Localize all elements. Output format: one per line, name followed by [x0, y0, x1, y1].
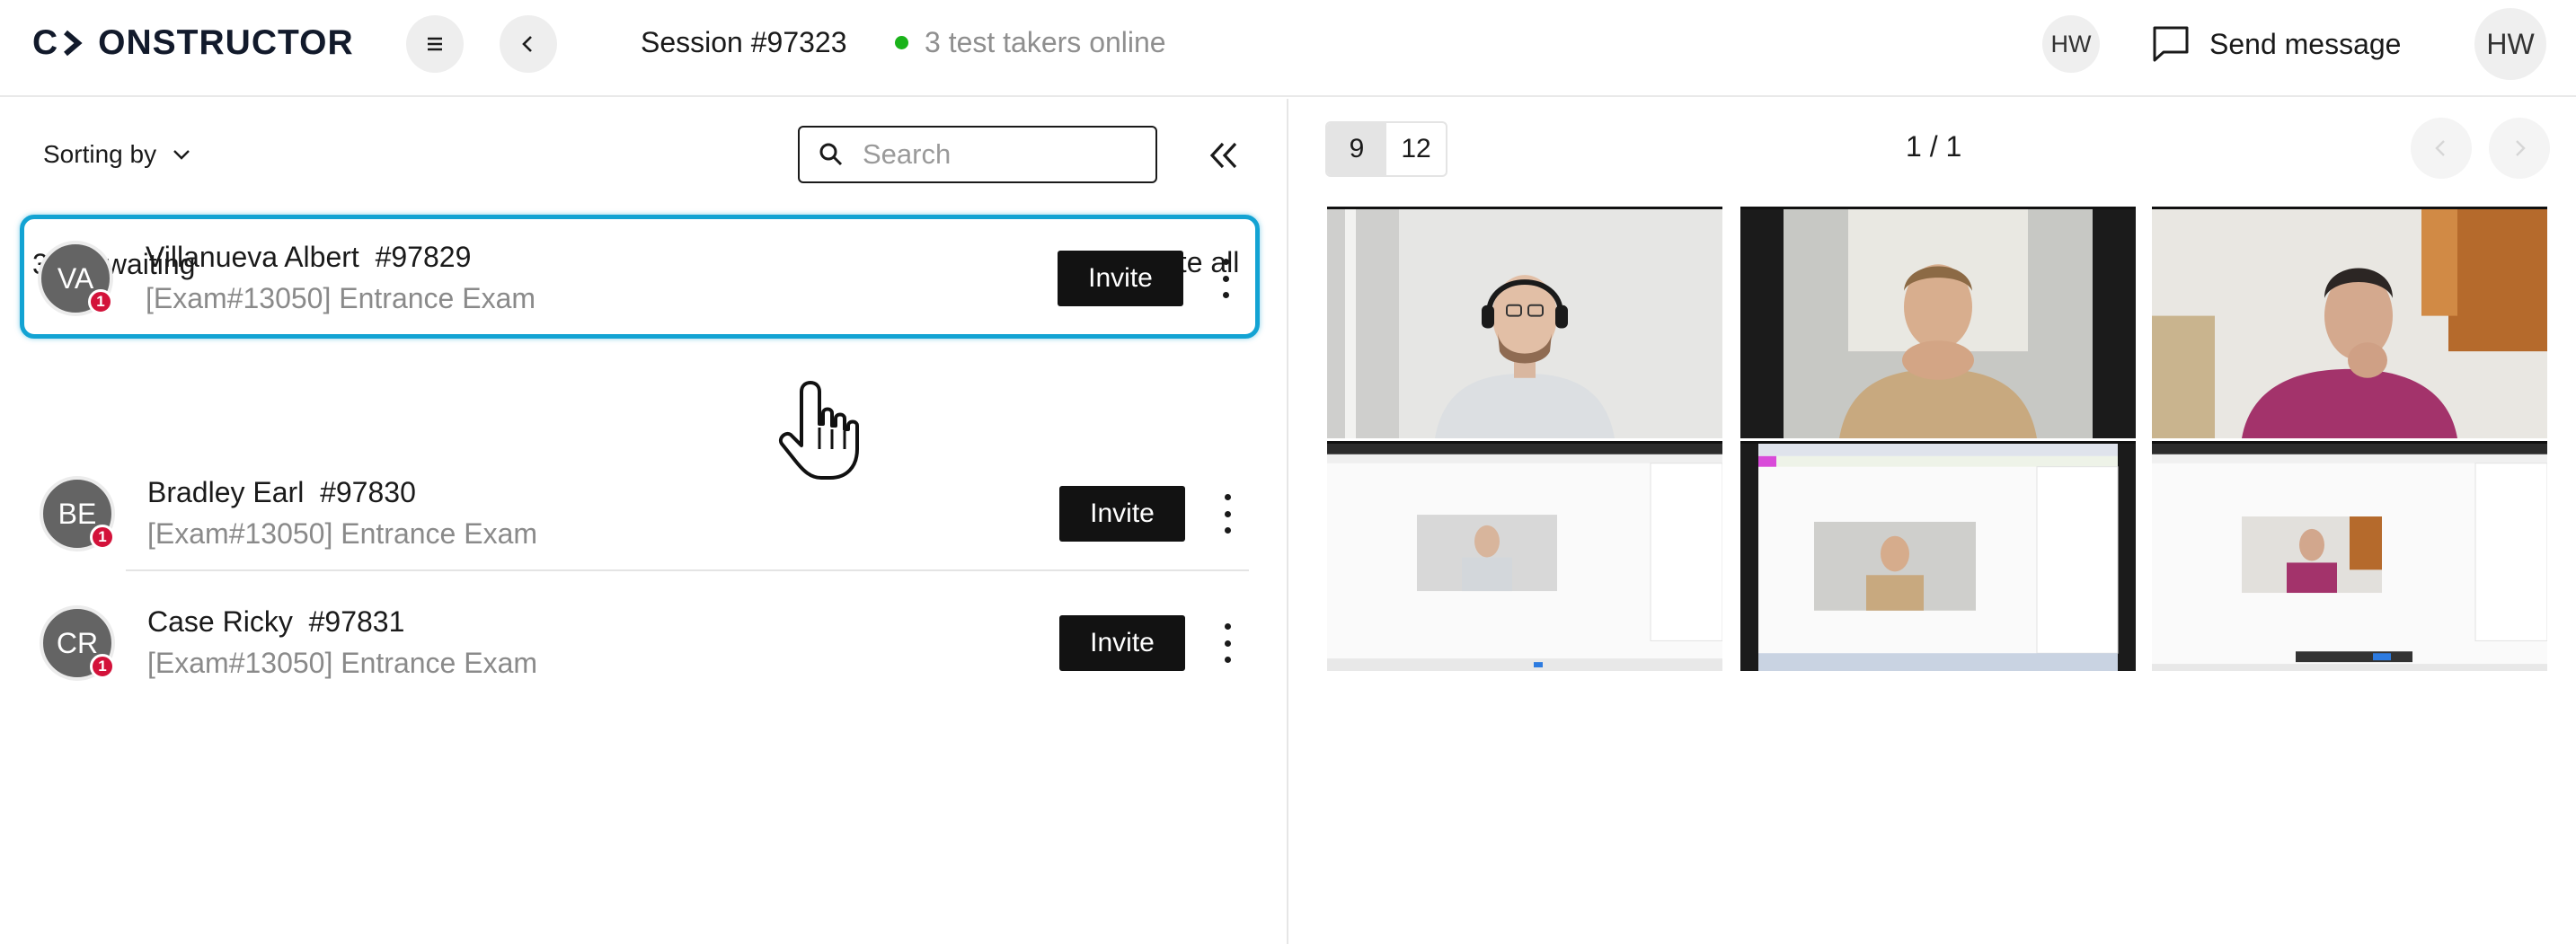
- screen-share-bradley-earl[interactable]: [1740, 441, 2136, 671]
- sorting-dropdown[interactable]: Sorting by: [43, 140, 194, 169]
- list-item[interactable]: BE 1 Bradley Earl #97830 [Exam#13050] En…: [22, 451, 1254, 571]
- session-title: Session #97323: [641, 26, 847, 58]
- logo-text: C: [32, 23, 59, 62]
- next-page-button[interactable]: [2489, 118, 2550, 179]
- menu-button[interactable]: [406, 15, 464, 73]
- double-chevron-left-icon: [1209, 142, 1237, 169]
- person-name: Bradley Earl #97830: [147, 476, 416, 508]
- person-name: Villanueva Albert #97829: [146, 241, 472, 273]
- send-message-label: Send message: [2209, 27, 2402, 60]
- exam-name: [Exam#13050] Entrance Exam: [147, 517, 538, 550]
- screen-share-image: [1740, 444, 2136, 671]
- sorting-label: Sorting by: [43, 140, 157, 168]
- screen-share-case-ricky[interactable]: [2152, 441, 2547, 671]
- camera-feed-image: [2152, 209, 2547, 438]
- chevron-left-icon: [522, 36, 532, 52]
- more-options-icon[interactable]: [1217, 618, 1238, 668]
- list-item[interactable]: CR 1 Case Ricky #97831 [Exam#13050] Entr…: [22, 580, 1254, 701]
- notification-badge: 1: [90, 654, 115, 679]
- invite-button[interactable]: Invite: [1058, 251, 1183, 306]
- list-item[interactable]: VA 1 Villanueva Albert #97829 [Exam#1305…: [20, 215, 1260, 339]
- invite-button[interactable]: Invite: [1059, 615, 1185, 671]
- screen-share-image: [1327, 444, 1722, 671]
- online-dot-icon: [895, 36, 908, 49]
- send-message-button[interactable]: Send message: [2150, 22, 2401, 66]
- grid-size-toggle[interactable]: 9 12: [1325, 121, 1447, 177]
- camera-feed-image: [1327, 209, 1722, 438]
- user-avatar-small[interactable]: HW: [2042, 15, 2100, 73]
- chevron-left-icon: [2435, 140, 2445, 156]
- grid-option-12[interactable]: 12: [1386, 123, 1446, 175]
- online-status-text: 3 test takers online: [925, 26, 1166, 58]
- camera-feed-image: [1740, 209, 2136, 438]
- hand-pointer-cursor-icon: [779, 381, 859, 480]
- online-status: 3 test takers online: [895, 26, 1166, 59]
- notification-badge: 1: [88, 289, 113, 314]
- grid-option-9[interactable]: 9: [1327, 123, 1386, 175]
- search-field[interactable]: [798, 126, 1157, 183]
- more-options-icon[interactable]: [1217, 489, 1238, 539]
- more-options-icon[interactable]: [1215, 253, 1236, 304]
- exam-name: [Exam#13050] Entrance Exam: [146, 282, 536, 314]
- logo-mark-icon: [58, 23, 98, 63]
- chevron-right-icon: [2516, 140, 2526, 156]
- camera-feed-bradley-earl[interactable]: [1740, 207, 2136, 438]
- search-input[interactable]: [863, 138, 1132, 171]
- constructor-logo[interactable]: C ONSTRUCTOR: [32, 23, 354, 63]
- screen-share-image: [2152, 444, 2547, 671]
- notification-badge: 1: [90, 525, 115, 550]
- top-bar: C ONSTRUCTOR Session #97323 3 test takers…: [0, 0, 2576, 97]
- invite-button[interactable]: Invite: [1059, 486, 1185, 542]
- hamburger-icon: [428, 37, 442, 51]
- exam-name: [Exam#13050] Entrance Exam: [147, 647, 538, 679]
- camera-feed-villanueva-albert[interactable]: [1327, 207, 1722, 438]
- prev-page-button[interactable]: [2411, 118, 2472, 179]
- camera-feed-case-ricky[interactable]: [2152, 207, 2547, 438]
- chevron-down-icon: [173, 150, 190, 160]
- person-name: Case Ricky #97831: [147, 605, 405, 638]
- screen-share-villanueva-albert[interactable]: [1327, 441, 1722, 671]
- row-divider: [126, 569, 1249, 571]
- page-counter: 1 / 1: [1906, 130, 1962, 163]
- back-button[interactable]: [500, 15, 557, 73]
- chat-bubble-icon: [2153, 26, 2189, 62]
- search-icon: [819, 143, 843, 166]
- collapse-panel-button[interactable]: [1203, 135, 1244, 176]
- user-avatar[interactable]: HW: [2474, 8, 2546, 80]
